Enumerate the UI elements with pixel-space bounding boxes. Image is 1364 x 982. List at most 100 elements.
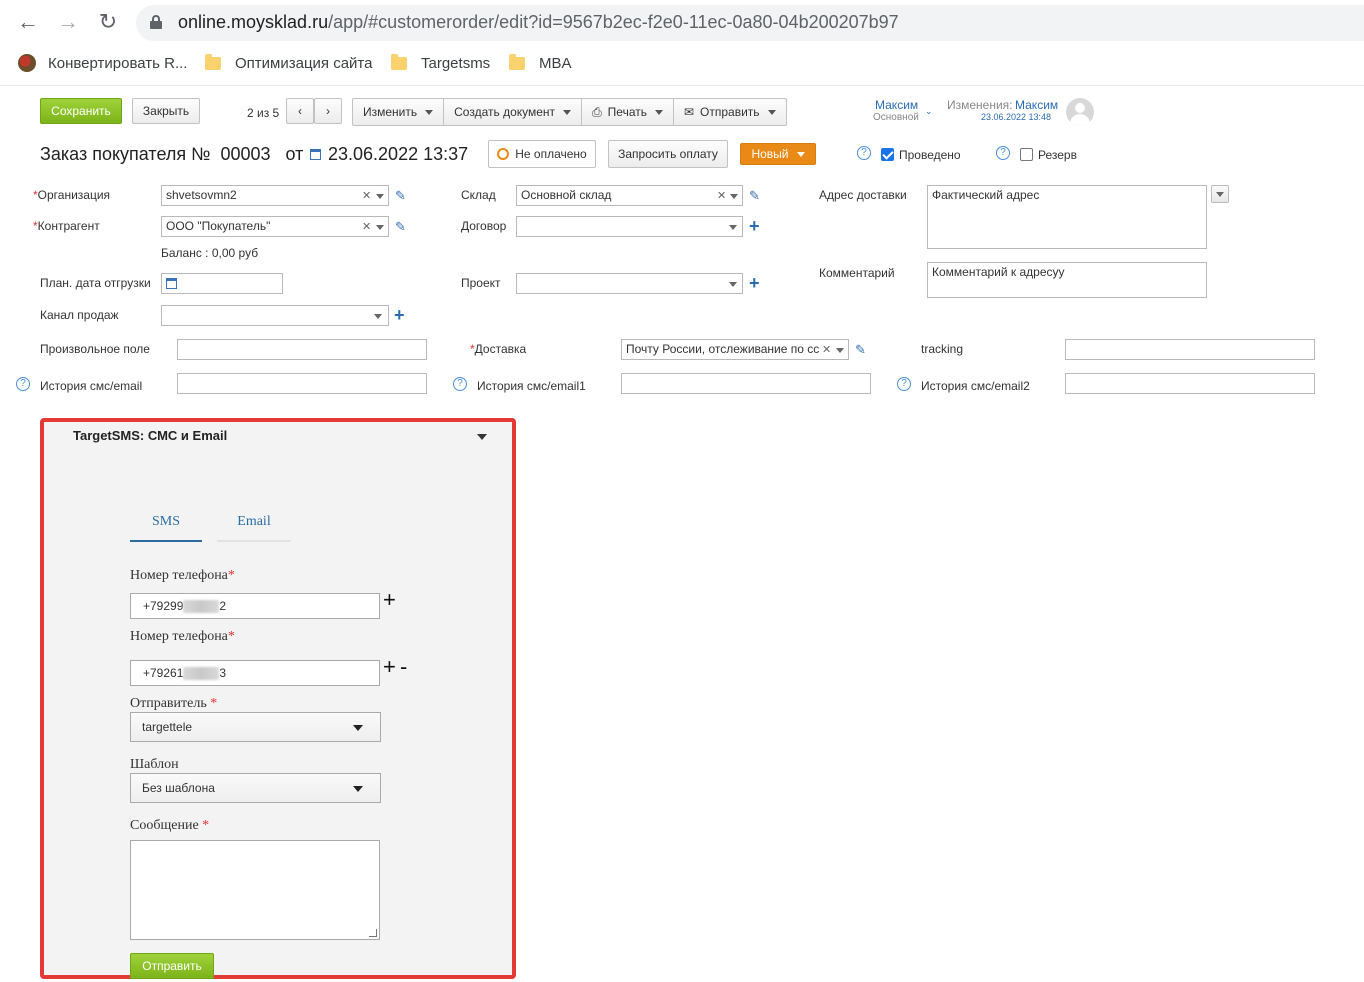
posted-checkbox[interactable]	[881, 148, 894, 161]
edit-icon[interactable]: ✎	[749, 189, 761, 202]
edit-icon[interactable]: ✎	[855, 343, 867, 356]
reserve-checkbox[interactable]	[1020, 148, 1033, 161]
reserve-label: Резерв	[1038, 148, 1077, 162]
chevron-down-icon[interactable]	[836, 348, 844, 353]
tab-email[interactable]: Email	[217, 512, 291, 542]
create-document-button[interactable]: Создать документ	[444, 99, 583, 125]
add-icon[interactable]: +	[749, 274, 760, 292]
project-select[interactable]	[516, 273, 743, 294]
remove-phone-icon[interactable]: -	[400, 656, 407, 678]
folder-icon	[509, 53, 525, 70]
bookmark-seo[interactable]: Оптимизация сайта	[205, 52, 372, 74]
expand-icon[interactable]	[1211, 185, 1229, 203]
targetsms-widget: TargetSMS: СМС и Email SMS Email Номер т…	[40, 418, 516, 979]
sender-select[interactable]: targettele	[130, 712, 381, 742]
edit-icon[interactable]: ✎	[395, 220, 407, 233]
calendar-icon[interactable]	[310, 149, 321, 160]
resize-handle-icon[interactable]	[369, 929, 377, 937]
next-icon[interactable]: ›	[314, 98, 342, 124]
bookmark-targetsms[interactable]: Targetsms	[391, 52, 490, 74]
clear-icon[interactable]: ✕	[362, 220, 371, 233]
comment-label: Комментарий	[819, 266, 895, 280]
warehouse-field[interactable]: Основной склад ✕	[516, 185, 743, 206]
template-label: Шаблон	[130, 757, 179, 772]
chevron-down-icon[interactable]	[729, 225, 737, 230]
order-number: 00003	[220, 144, 271, 164]
request-payment-button[interactable]: Запросить оплату	[608, 140, 728, 168]
chevron-down-icon	[353, 725, 363, 731]
owner-role: Основной	[873, 112, 919, 123]
comment-textarea[interactable]: Комментарий к адресуу	[927, 262, 1207, 298]
calendar-icon[interactable]	[166, 278, 177, 289]
help-icon[interactable]: ?	[16, 377, 30, 391]
message-label: Сообщение *	[130, 818, 210, 833]
owner-chevron-icon[interactable]: ⌄	[925, 106, 933, 117]
print-button[interactable]: ⎙ Печать	[582, 99, 674, 125]
clear-icon[interactable]: ✕	[717, 189, 726, 202]
phone2-label: Номер телефона*	[130, 629, 235, 644]
payment-status-button[interactable]: Не оплачено	[488, 140, 596, 168]
printer-icon: ⎙	[592, 104, 602, 119]
template-select[interactable]: Без шаблона	[130, 773, 381, 803]
help-icon[interactable]: ?	[857, 146, 871, 160]
envelope-icon: ✉	[683, 105, 695, 119]
help-icon[interactable]: ?	[453, 377, 467, 391]
chevron-down-icon	[353, 786, 363, 792]
delivery-field[interactable]: Почту России, отслеживание по сс ✕	[621, 339, 849, 360]
order-date[interactable]: 23.06.2022 13:37	[328, 144, 468, 165]
action-button-group: Изменить Создать документ ⎙ Печать ✉ Отпра…	[352, 98, 787, 126]
save-button[interactable]: Сохранить	[40, 98, 122, 124]
history3-input[interactable]	[1065, 373, 1315, 394]
phone1-input[interactable]: +79299 2	[130, 593, 380, 619]
changes-label: Изменения:	[947, 98, 1013, 112]
custom-field-input[interactable]	[177, 339, 427, 360]
phone2-input[interactable]: +79261 3	[130, 660, 380, 686]
send-button[interactable]: ✉ Отправить	[674, 99, 786, 125]
help-icon[interactable]: ?	[996, 146, 1010, 160]
changes-user[interactable]: Максим	[1015, 98, 1058, 112]
clear-icon[interactable]: ✕	[362, 189, 371, 202]
message-textarea[interactable]	[130, 840, 380, 940]
chevron-down-icon[interactable]	[376, 225, 384, 230]
avatar[interactable]	[1066, 98, 1094, 126]
organization-field[interactable]: shvetsovmn2 ✕	[161, 185, 389, 206]
tab-sms[interactable]: SMS	[130, 512, 202, 542]
address-bar[interactable]: online.moysklad.ru/app/#customerorder/ed…	[136, 5, 1364, 41]
add-icon[interactable]: +	[749, 217, 760, 235]
sales-channel-select[interactable]	[161, 305, 389, 326]
collapse-chevron-icon[interactable]	[477, 434, 487, 440]
tracking-input[interactable]	[1065, 339, 1315, 360]
chevron-down-icon[interactable]	[374, 314, 382, 319]
lock-icon	[150, 15, 162, 29]
chevron-down-icon[interactable]	[729, 282, 737, 287]
prev-icon[interactable]: ‹	[286, 98, 314, 124]
close-button[interactable]: Закрыть	[132, 98, 200, 124]
edit-icon[interactable]: ✎	[395, 189, 407, 202]
back-icon[interactable]: ←	[14, 9, 42, 37]
phone1-label: Номер телефона*	[130, 568, 235, 583]
ship-date-field[interactable]	[161, 273, 283, 294]
chevron-down-icon[interactable]	[376, 194, 384, 199]
change-menu-button[interactable]: Изменить	[353, 99, 445, 125]
add-phone-icon[interactable]: +	[383, 589, 396, 611]
forward-icon[interactable]: →	[54, 9, 82, 37]
history3-label: История смс/email2	[921, 379, 1030, 393]
add-icon[interactable]: +	[394, 306, 405, 324]
warehouse-label: Склад	[461, 188, 496, 202]
clear-icon[interactable]: ✕	[822, 343, 832, 356]
bookmark-mba[interactable]: MBA	[509, 52, 572, 74]
history1-input[interactable]	[177, 373, 427, 394]
history2-input[interactable]	[621, 373, 871, 394]
counterparty-field[interactable]: ООО "Покупатель" ✕	[161, 216, 389, 237]
contract-select[interactable]	[516, 216, 743, 237]
reload-icon[interactable]: ↻	[94, 9, 122, 37]
chevron-down-icon[interactable]	[730, 194, 738, 199]
widget-send-button[interactable]: Отправить	[130, 953, 214, 979]
bookmark-convert[interactable]: Конвертировать R...	[18, 52, 187, 74]
delivery-address-textarea[interactable]: Фактический адрес	[927, 185, 1207, 249]
owner-name[interactable]: Максим	[875, 98, 918, 112]
state-dropdown[interactable]: Новый	[740, 143, 816, 165]
help-icon[interactable]: ?	[897, 377, 911, 391]
site-favicon-icon	[18, 54, 36, 72]
add-phone-icon[interactable]: +	[383, 656, 396, 678]
